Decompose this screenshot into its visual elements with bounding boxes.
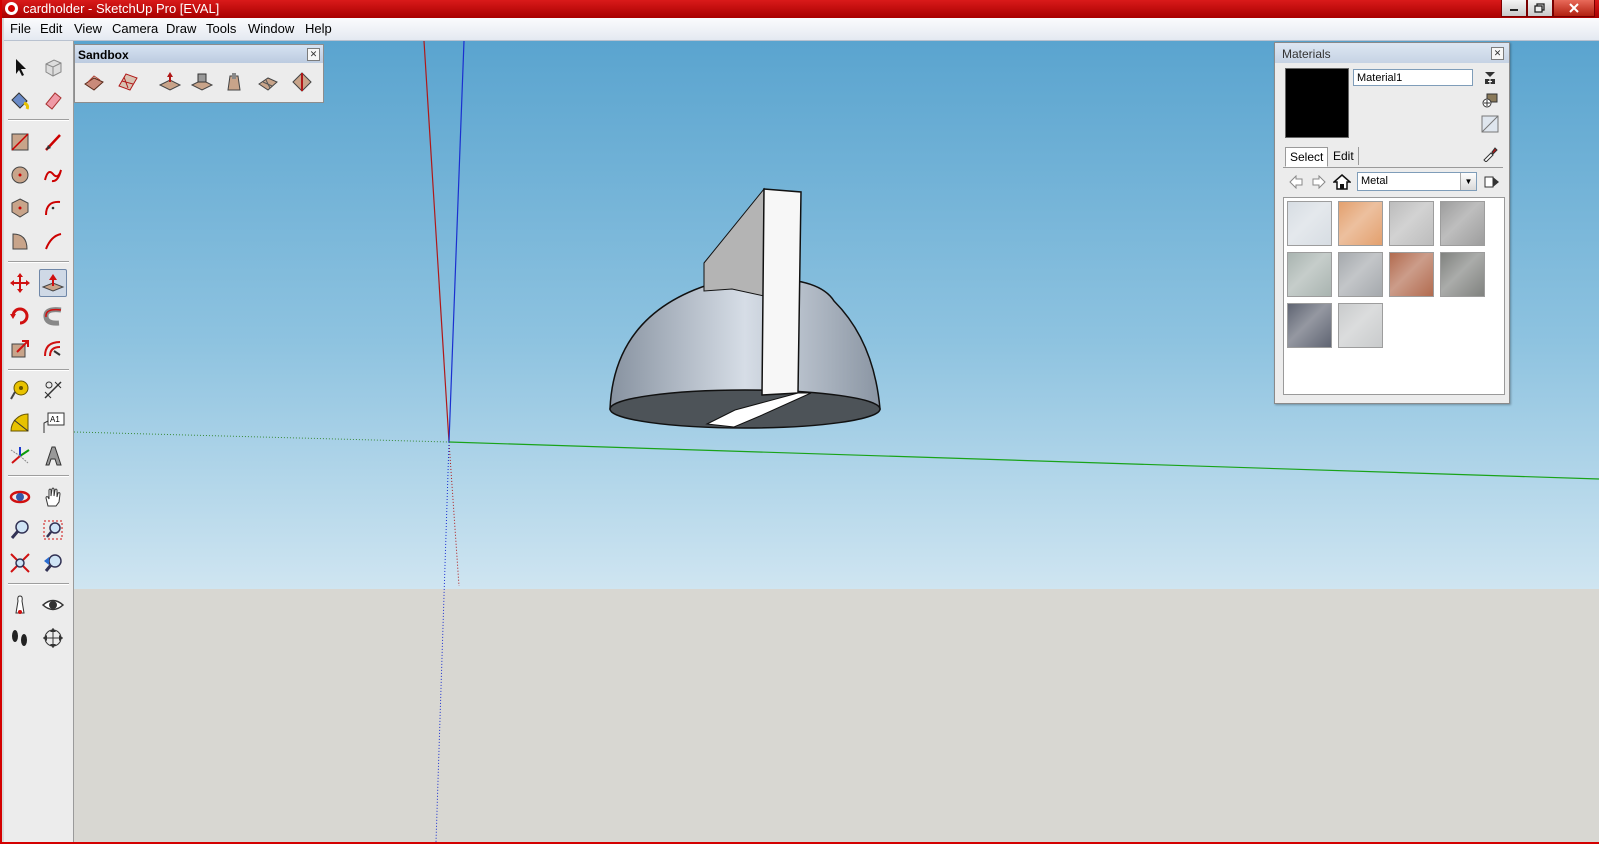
add-detail-icon[interactable] [253,67,283,97]
sample-paint-icon[interactable] [1481,145,1499,163]
metal-brushed-chrome-swatch[interactable] [1389,201,1434,246]
close-icon[interactable]: ✕ [1491,47,1504,60]
menu-window[interactable]: Window [248,22,294,36]
pie-tool-icon[interactable] [6,227,34,255]
current-material-swatch[interactable] [1285,68,1349,138]
menu-view[interactable]: View [74,22,102,36]
forward-arrow-icon[interactable] [1310,173,1328,191]
metal-copper-pattern-swatch[interactable] [1338,201,1383,246]
materials-header[interactable]: Materials ✕ [1275,43,1509,63]
push-pull-tool-icon[interactable] [39,269,67,297]
menu-file[interactable]: File [10,22,31,36]
window-title: cardholder - SketchUp Pro [EVAL] [23,1,220,16]
create-material-icon[interactable] [1481,91,1499,109]
stamp-icon[interactable] [187,67,217,97]
library-navigation: Metal ▼ [1283,171,1503,193]
tab-edit[interactable]: Edit [1329,147,1359,165]
sandbox-toolbar-title: Sandbox [78,48,129,62]
two-point-arc-icon[interactable] [39,227,67,255]
scale-tool-icon[interactable] [6,335,34,363]
eraser-icon[interactable] [39,86,67,114]
position-camera-icon[interactable] [6,591,34,619]
library-select[interactable]: Metal ▼ [1357,172,1477,191]
close-icon[interactable]: ✕ [307,48,320,61]
sandbox-toolbar-header[interactable]: Sandbox ✕ [75,45,323,63]
home-icon[interactable] [1333,173,1351,191]
minimize-icon[interactable] [1501,0,1527,17]
sketchup-logo-icon [5,2,18,15]
previous-view-icon[interactable] [39,549,67,577]
rectangle-tool-icon[interactable] [6,128,34,156]
back-arrow-icon[interactable] [1287,173,1305,191]
move-tool-icon[interactable] [6,269,34,297]
materials-tabs: Select Edit [1283,145,1503,168]
cardholder-model[interactable] [609,187,881,429]
3d-text-icon[interactable] [39,442,67,470]
close-icon[interactable] [1553,0,1595,17]
menu-camera[interactable]: Camera [112,22,158,36]
maximize-icon[interactable] [1527,0,1553,17]
material-name-field[interactable]: Material1 [1353,69,1473,86]
metal-embossed-swatch[interactable] [1440,201,1485,246]
axes-tool-icon[interactable] [6,442,34,470]
follow-me-icon[interactable] [39,302,67,330]
smoove-icon[interactable] [155,67,185,97]
metal-rusted-swatch[interactable] [1389,252,1434,297]
dimension-tool-icon[interactable] [39,376,67,404]
metal-diamond-plate-swatch[interactable] [1338,303,1383,348]
chevron-down-icon: ▼ [1460,173,1476,190]
select-tool-icon[interactable] [6,53,34,81]
metal-steel-swatch[interactable] [1338,252,1383,297]
rotate-tool-icon[interactable] [6,302,34,330]
menu-help[interactable]: Help [305,22,332,36]
pan-tool-icon[interactable] [39,483,67,511]
details-menu-icon[interactable] [1483,173,1501,191]
menu-draw[interactable]: Draw [166,22,196,36]
menu-edit[interactable]: Edit [40,22,62,36]
menu-bar: File Edit View Camera Draw Tools Window … [4,18,1599,41]
zoom-extents-icon[interactable] [6,549,34,577]
menu-tools[interactable]: Tools [206,22,236,36]
metal-aluminum-swatch[interactable] [1287,201,1332,246]
circle-tool-icon[interactable] [6,161,34,189]
freehand-tool-icon[interactable] [39,161,67,189]
drape-icon[interactable] [219,67,249,97]
flip-edge-icon[interactable] [287,67,317,97]
walk-tool-icon[interactable] [6,624,34,652]
make-component-icon[interactable] [39,53,67,81]
materials-panel: Materials ✕ Material1 Select Edit Metal … [1274,42,1510,404]
sketchup-window: cardholder - SketchUp Pro [EVAL] File Ed… [0,0,1599,844]
large-tool-set-toolbar: A1 [4,41,74,842]
paint-bucket-icon[interactable] [6,86,34,114]
from-scratch-icon[interactable] [113,67,143,97]
offset-tool-icon[interactable] [39,335,67,363]
protractor-icon[interactable] [6,409,34,437]
line-tool-icon[interactable] [39,128,67,156]
library-select-value: Metal [1361,175,1388,187]
material-swatch-grid [1283,197,1505,395]
from-contours-icon[interactable] [79,67,109,97]
default-material-icon[interactable] [1481,115,1499,133]
materials-title: Materials [1282,47,1331,61]
text-tool-icon[interactable]: A1 [39,409,67,437]
polygon-tool-icon[interactable] [6,194,34,222]
tab-select[interactable]: Select [1285,147,1329,167]
arc-tool-icon[interactable] [39,194,67,222]
svg-text:A1: A1 [50,415,60,424]
zoom-window-icon[interactable] [39,516,67,544]
zoom-tool-icon[interactable] [6,516,34,544]
details-arrow-icon[interactable] [1481,68,1499,86]
look-around-icon[interactable] [39,591,67,619]
title-bar: cardholder - SketchUp Pro [EVAL] [2,0,1599,18]
metal-dark-steel-swatch[interactable] [1440,252,1485,297]
metal-perforated-swatch[interactable] [1287,303,1332,348]
section-plane-icon[interactable] [39,624,67,652]
orbit-tool-icon[interactable] [6,483,34,511]
tape-measure-icon[interactable] [6,376,34,404]
metal-corrugated-swatch[interactable] [1287,252,1332,297]
sandbox-toolbar: Sandbox ✕ [74,44,324,103]
